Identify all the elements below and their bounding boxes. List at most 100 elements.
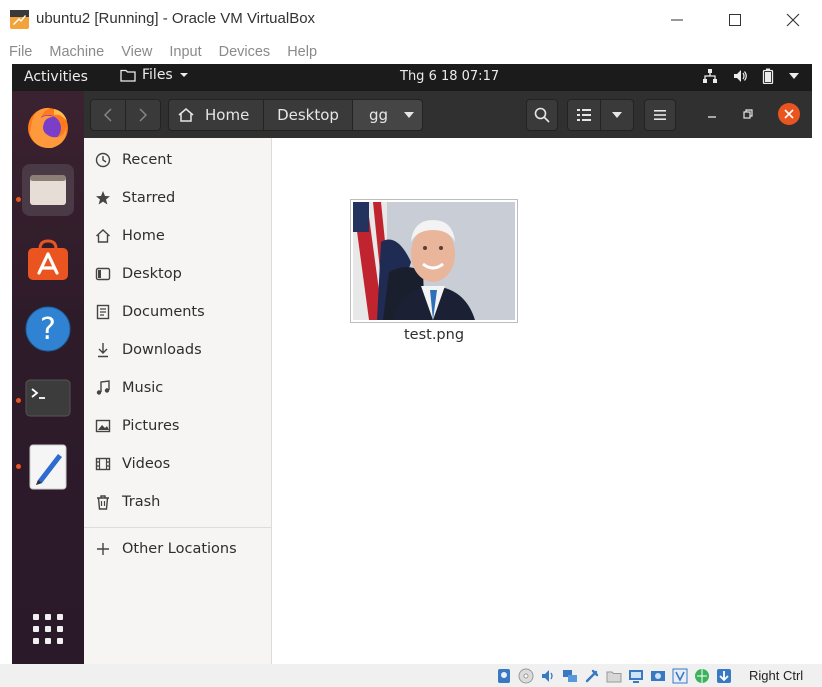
app-grid-icon: [33, 614, 63, 644]
view-options-button[interactable]: [600, 99, 634, 131]
show-applications-button[interactable]: [22, 603, 74, 655]
close-icon: [784, 109, 794, 119]
trash-icon: [97, 495, 109, 510]
sidebar-item-label: Desktop: [122, 266, 182, 282]
picture-icon: [95, 419, 111, 433]
sidebar-divider: [84, 527, 271, 528]
restore-icon: [743, 109, 753, 119]
view-toggle-button[interactable]: [567, 99, 601, 131]
minimize-icon: [708, 116, 716, 118]
menu-machine[interactable]: Machine: [40, 44, 112, 60]
globe-arrow-icon: [694, 669, 709, 683]
shared-folder-icon: [606, 671, 621, 683]
forward-button[interactable]: [125, 99, 161, 131]
optical-drive-status[interactable]: [516, 667, 535, 685]
file-thumbnail[interactable]: [350, 199, 518, 323]
running-indicator: [16, 398, 21, 403]
battery-icon: [762, 68, 774, 84]
hamburger-menu-button[interactable]: [644, 99, 676, 131]
file-view[interactable]: test.png: [272, 138, 812, 664]
places-sidebar: Recent Starred Home Desktop Documents Do…: [84, 138, 272, 664]
arrow-down-icon: [716, 669, 731, 683]
guest-additions-status[interactable]: [692, 667, 711, 685]
sidebar-item-desktop[interactable]: Desktop: [84, 256, 271, 292]
menu-help[interactable]: Help: [278, 44, 325, 60]
text-editor-icon: [29, 444, 67, 490]
cpu-vt-icon: [672, 668, 687, 684]
recent-clock-icon: [95, 152, 111, 168]
shared-folders-status[interactable]: [604, 667, 623, 685]
sidebar-item-label: Home: [122, 228, 165, 244]
plus-icon: [97, 543, 109, 555]
audio-status[interactable]: [538, 667, 557, 685]
sidebar-item-pictures[interactable]: Pictures: [84, 408, 271, 444]
dock-files[interactable]: [22, 164, 74, 216]
mouse-integration-status[interactable]: [714, 667, 733, 685]
window-close-button[interactable]: [778, 103, 800, 125]
virtualbox-logo-icon: [9, 9, 30, 30]
usb-status[interactable]: [582, 667, 601, 685]
dock-software[interactable]: [22, 234, 74, 286]
dock-text-editor[interactable]: [22, 441, 74, 493]
display-status[interactable]: [626, 667, 645, 685]
music-icon: [96, 380, 110, 395]
chevron-right-icon: [139, 108, 147, 122]
sidebar-item-starred[interactable]: Starred: [84, 180, 271, 216]
sidebar-item-videos[interactable]: Videos: [84, 446, 271, 482]
back-button[interactable]: [90, 99, 126, 131]
running-indicator: [16, 197, 21, 202]
star-icon: [96, 191, 110, 205]
host-key-label: Right Ctrl: [749, 668, 804, 683]
sidebar-item-other-locations[interactable]: Other Locations: [84, 531, 271, 567]
breadcrumb-desktop[interactable]: Desktop: [263, 99, 353, 131]
system-tray[interactable]: [702, 68, 800, 84]
maximize-icon: [729, 14, 741, 26]
menu-input[interactable]: Input: [160, 44, 209, 60]
vt-x-status[interactable]: [670, 667, 689, 685]
sidebar-item-label: Pictures: [122, 418, 180, 434]
app-menu-button[interactable]: Files: [120, 67, 189, 83]
sidebar-item-label: Trash: [122, 494, 161, 510]
video-icon: [95, 457, 111, 471]
sidebar-item-home[interactable]: Home: [84, 218, 271, 254]
system-menu-chevron-icon: [789, 73, 799, 79]
svg-text:?: ?: [40, 312, 56, 347]
chevron-down-icon: [404, 111, 415, 118]
sidebar-item-label: Videos: [122, 456, 171, 472]
window-minimize-button[interactable]: [704, 106, 720, 122]
video-capture-status[interactable]: [648, 667, 667, 685]
network-status[interactable]: [560, 667, 579, 685]
activities-button[interactable]: Activities: [24, 69, 88, 85]
menu-file[interactable]: File: [0, 44, 40, 60]
dock-terminal[interactable]: [22, 372, 74, 424]
close-button[interactable]: [764, 0, 822, 40]
sidebar-item-label: Documents: [122, 304, 205, 320]
sidebar-item-recent[interactable]: Recent: [84, 142, 271, 178]
virtualbox-titlebar: ubuntu2 [Running] - Oracle VM VirtualBox: [0, 0, 822, 40]
window-restore-button[interactable]: [740, 106, 756, 122]
home-icon: [96, 229, 110, 243]
dock-firefox[interactable]: [22, 101, 74, 153]
virtualbox-menubar: File Machine View Input Devices Help: [0, 40, 822, 64]
sidebar-item-trash[interactable]: Trash: [84, 484, 271, 520]
sidebar-item-downloads[interactable]: Downloads: [84, 332, 271, 368]
display-icon: [628, 670, 643, 683]
search-button[interactable]: [526, 99, 558, 131]
software-store-icon: [28, 239, 68, 280]
menu-devices[interactable]: Devices: [210, 44, 279, 60]
hard-disk-status[interactable]: [494, 667, 513, 685]
folder-icon: [120, 69, 136, 82]
dock-help[interactable]: ?: [22, 303, 74, 355]
volume-icon: [734, 70, 747, 82]
maximize-button[interactable]: [706, 0, 764, 40]
minimize-button[interactable]: [648, 0, 706, 40]
sidebar-item-label: Downloads: [122, 342, 202, 358]
clock[interactable]: Thg 6 18 07:17: [400, 69, 499, 84]
sidebar-item-label: Starred: [122, 190, 176, 206]
sidebar-item-music[interactable]: Music: [84, 370, 271, 406]
menu-view[interactable]: View: [112, 44, 160, 60]
sidebar-item-documents[interactable]: Documents: [84, 294, 271, 330]
files-window: Home Desktop gg Recent Starred Home Desk…: [84, 91, 812, 664]
breadcrumb-current[interactable]: gg: [352, 99, 423, 131]
breadcrumb-home[interactable]: Home: [168, 99, 264, 131]
